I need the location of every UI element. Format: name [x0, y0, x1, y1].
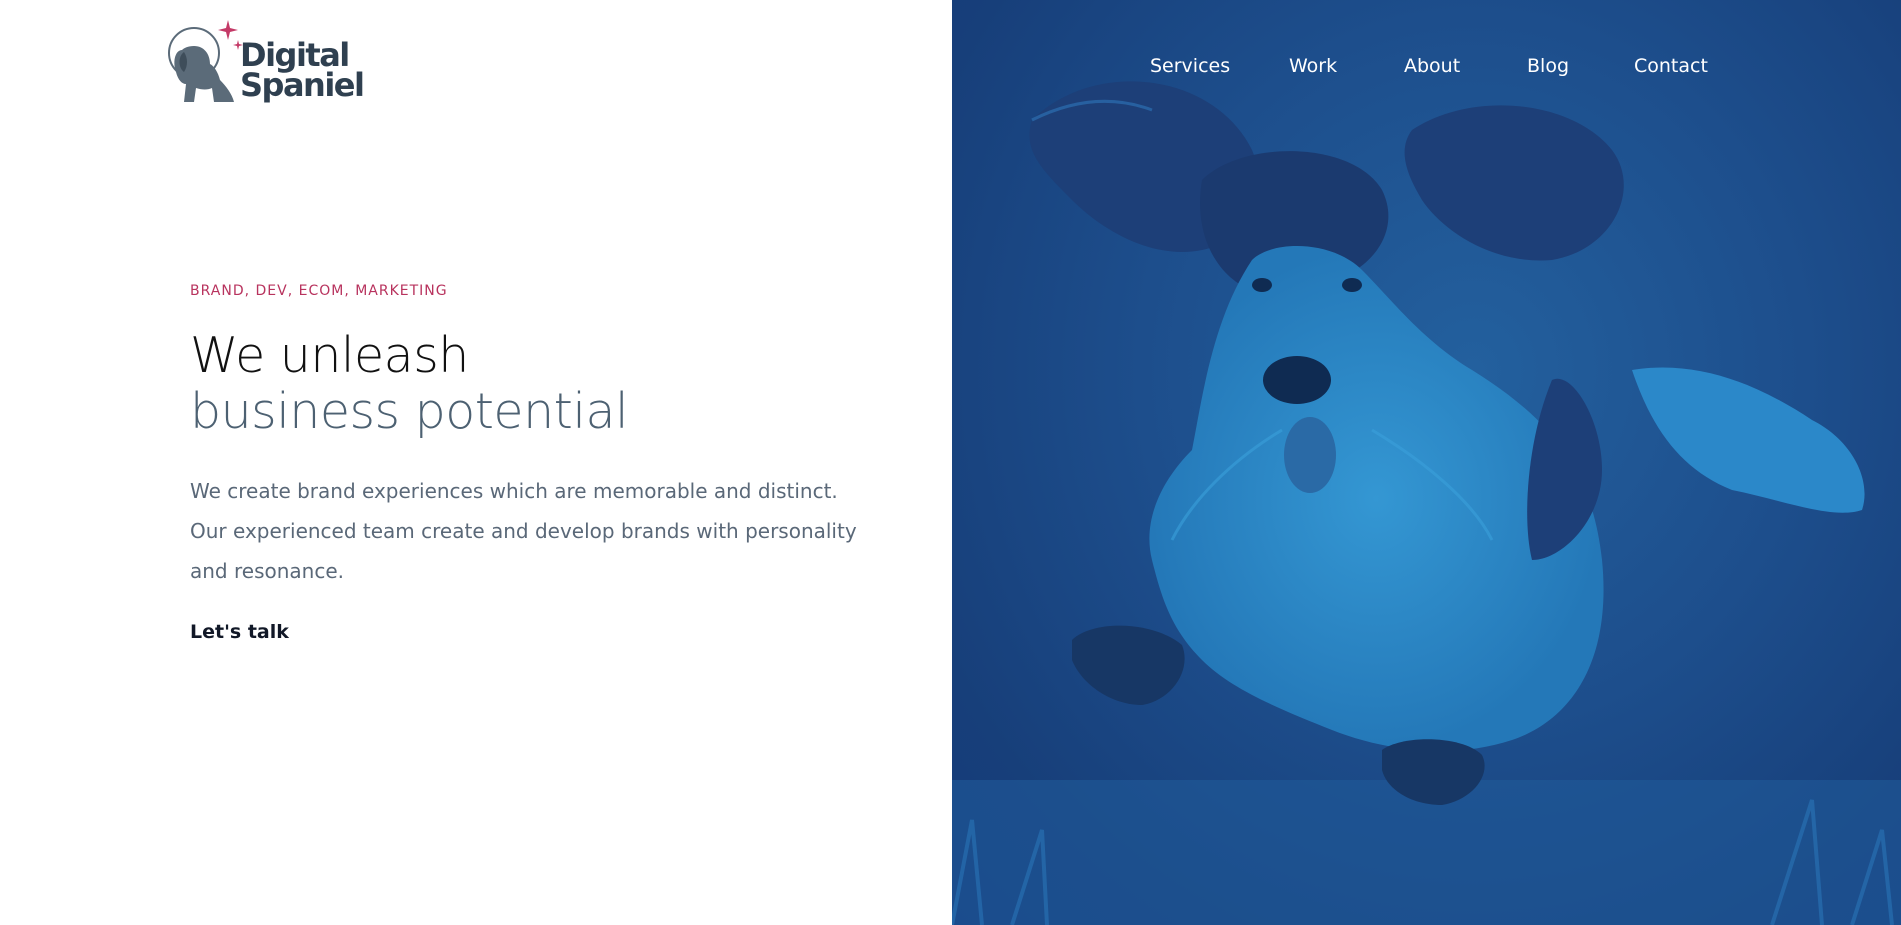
hero-left-panel: Digital Spaniel BRAND, DEV, ECOM, MARKET… [0, 0, 952, 925]
hero-headline: We unleash business potential [190, 327, 629, 440]
hero-tagline: BRAND, DEV, ECOM, MARKETING [190, 283, 448, 299]
nav-contact[interactable]: Contact [1634, 55, 1708, 77]
hero-intro: We create brand experiences which are me… [190, 479, 857, 583]
headline-line2: business potential [190, 383, 629, 440]
nav-services[interactable]: Services [1150, 55, 1230, 77]
brand-name-line2: Spaniel [240, 66, 365, 104]
brand-wordmark: Digital Spaniel [240, 39, 365, 104]
lets-talk-link[interactable]: Let's talk [190, 621, 289, 643]
nav-blog[interactable]: Blog [1527, 55, 1569, 77]
nav-about[interactable]: About [1404, 55, 1460, 77]
nav-work[interactable]: Work [1289, 55, 1337, 77]
headline-line1: We unleash [190, 327, 469, 384]
running-spaniel-photo [952, 81, 1901, 925]
hero-image-panel: Services Work About Blog Contact [952, 0, 1901, 925]
sparkle-icon [218, 20, 238, 40]
